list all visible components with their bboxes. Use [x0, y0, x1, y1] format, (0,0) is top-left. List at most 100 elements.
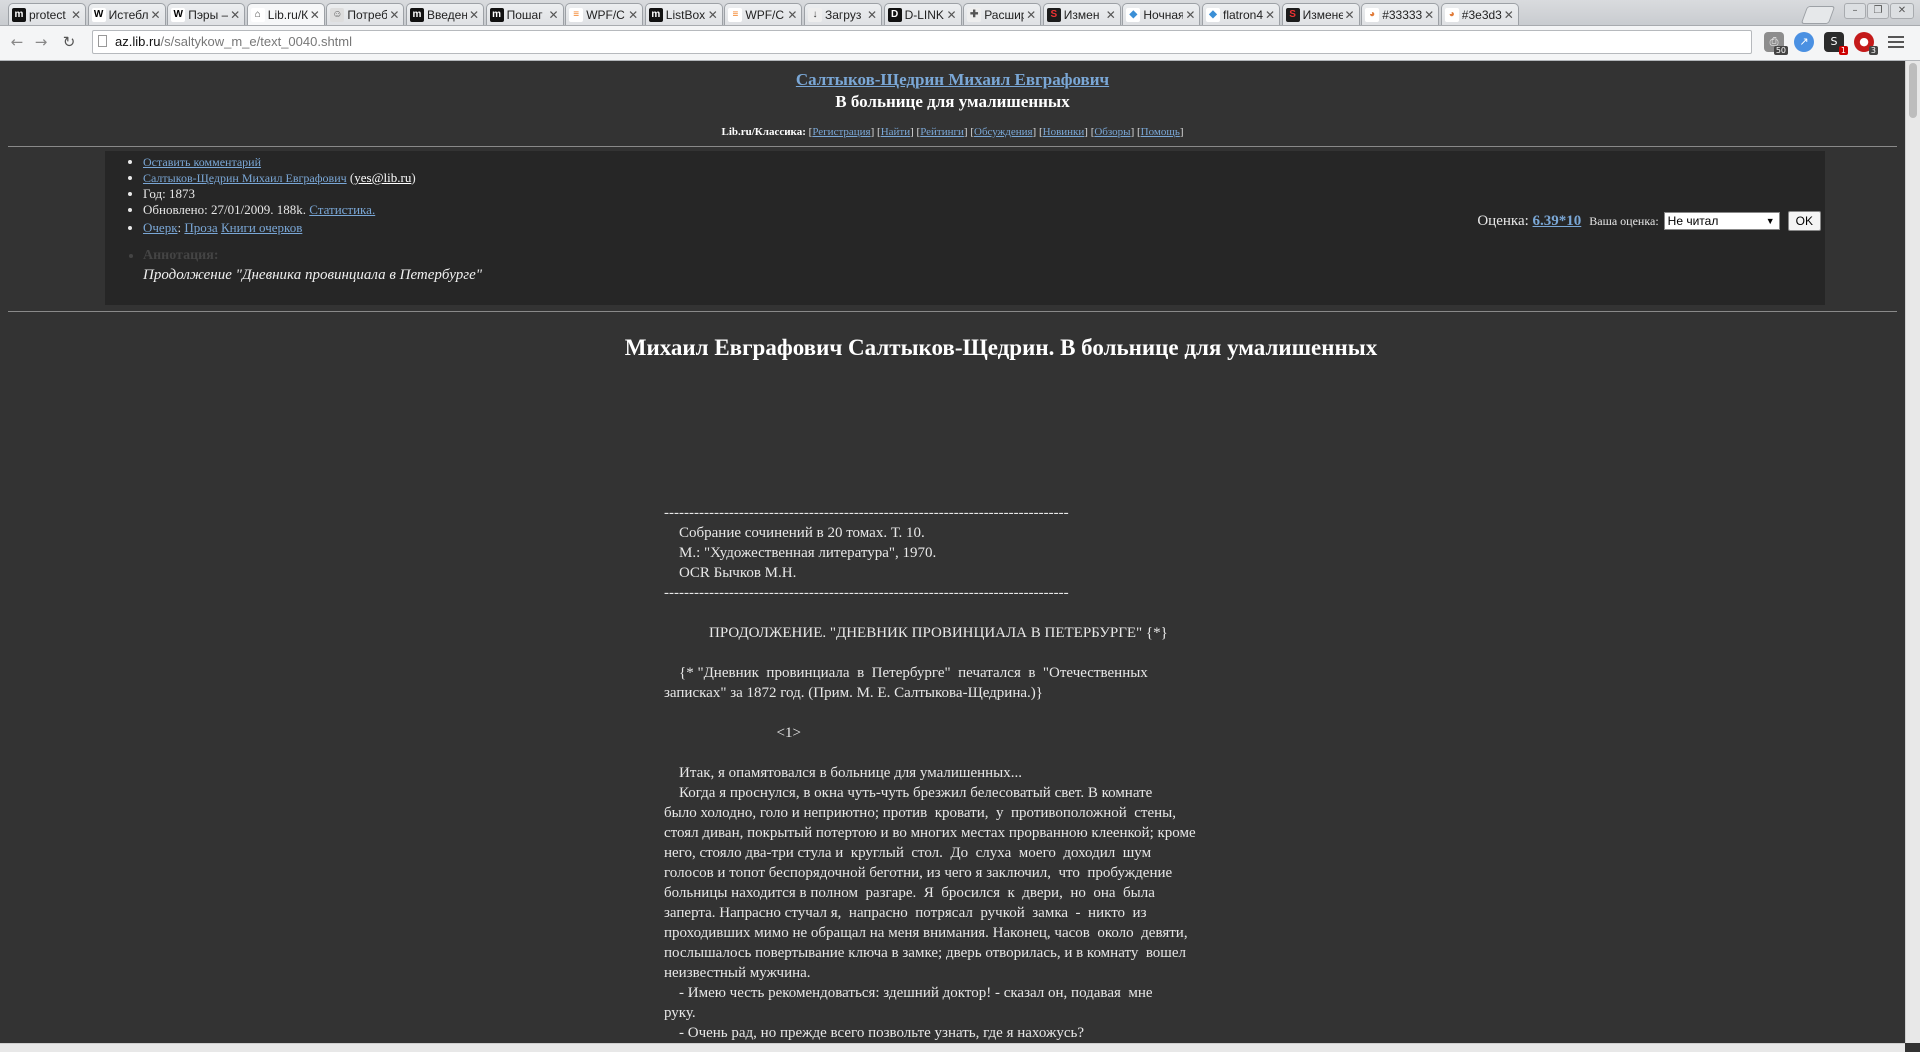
updated-text: Обновлено: 27/01/2009. 188k. — [143, 202, 306, 217]
close-tab-icon[interactable]: ✕ — [628, 8, 638, 22]
adblock-icon[interactable]: ● 3 — [1854, 32, 1878, 55]
close-window-icon[interactable]: ✕ — [1890, 3, 1914, 19]
author-page-link[interactable]: Салтыков-Щедрин Михаил Евграфович — [143, 171, 347, 185]
close-tab-icon[interactable]: ✕ — [1424, 8, 1434, 22]
tab[interactable]: m ListBox ✕ — [644, 3, 723, 25]
text-line: стоял диван, покрытый потертою и во мног… — [664, 825, 1196, 841]
back-icon[interactable]: ← — [6, 32, 28, 52]
address-bar[interactable]: az.lib.ru/s/saltykow_m_e/text_0040.shtml… — [92, 30, 1840, 54]
printer-extension-icon[interactable]: ⎙ 50 — [1764, 32, 1788, 55]
nav-reviews[interactable]: Обзоры — [1094, 126, 1130, 138]
blue-extension-icon[interactable]: ↗ — [1794, 32, 1814, 52]
text-line: было холодно, голо и неприютно; против к… — [664, 805, 1176, 821]
genre-link-essay[interactable]: Очерк — [143, 220, 178, 235]
tab-title: #33333 — [1382, 7, 1423, 22]
tab[interactable]: ≡ WPF/C ✕ — [724, 3, 803, 25]
text-line: ----------------------------------------… — [664, 505, 1069, 521]
tab[interactable]: m Введен ✕ — [406, 3, 484, 25]
close-tab-icon[interactable]: ✕ — [310, 8, 320, 22]
leave-comment-link[interactable]: Оставить комментарий — [143, 155, 261, 169]
text-line: проходивших мимо не обращал на меня вним… — [664, 925, 1188, 941]
nav-register[interactable]: Регистрация — [812, 126, 870, 138]
tab[interactable]: ✚ Расшир ✕ — [963, 3, 1042, 25]
close-tab-icon[interactable]: ✕ — [389, 8, 399, 22]
nav-search[interactable]: Найти — [881, 126, 910, 138]
maximize-icon[interactable]: ❐ — [1867, 3, 1889, 19]
text-line — [664, 743, 1384, 763]
tab[interactable]: ☺ Потреб ✕ — [326, 3, 405, 25]
close-tab-icon[interactable]: ✕ — [71, 8, 81, 22]
info-year: Год: 1873 — [143, 186, 1825, 202]
annotation-heading: Аннотация: — [143, 248, 1825, 264]
tab-title: flatron4 — [1223, 7, 1263, 22]
annotation-text: Продолжение "Дневника провинциала в Пете… — [143, 267, 483, 283]
tab[interactable]: ◆ Ночная ✕ — [1122, 3, 1201, 25]
tab[interactable]: m Пошаг ✕ — [485, 3, 564, 25]
close-tab-icon[interactable]: ✕ — [230, 8, 240, 22]
tab[interactable]: ≡ WPF/C ✕ — [565, 3, 644, 25]
rating-select-value: Не читал — [1667, 214, 1719, 228]
nav-discussions[interactable]: Обсуждения — [974, 126, 1033, 138]
tab-title: Загруз — [825, 7, 862, 22]
tab[interactable]: D D-LINK ✕ — [883, 3, 962, 25]
nav-help[interactable]: Помощь — [1141, 126, 1180, 138]
tab[interactable]: m protect ✕ — [8, 3, 86, 25]
text-line: М.: "Художественная литература", 1970. — [664, 545, 937, 561]
genre-link-essay-books[interactable]: Книги очерков — [221, 220, 302, 235]
genre-link-prose[interactable]: Проза — [184, 220, 217, 235]
close-tab-icon[interactable]: ✕ — [1185, 8, 1195, 22]
close-tab-icon[interactable]: ✕ — [1106, 8, 1116, 22]
text-line: OCR Бычков М.Н. — [664, 565, 797, 581]
close-tab-icon[interactable]: ✕ — [151, 8, 161, 22]
close-tab-icon[interactable]: ✕ — [1026, 8, 1036, 22]
tab[interactable]: WПэры —✕ — [167, 3, 246, 25]
close-tab-icon[interactable]: ✕ — [947, 8, 957, 22]
reload-icon[interactable]: ↻ — [58, 32, 80, 52]
nav-news[interactable]: Новинки — [1043, 126, 1085, 138]
tab-title: #3e3d3 — [1461, 7, 1502, 22]
close-tab-icon[interactable]: ✕ — [1504, 8, 1514, 22]
new-tab-button[interactable] — [1800, 6, 1836, 24]
tab[interactable]: S Измен ✕ — [1042, 3, 1121, 25]
site-navigation: Lib.ru/Классика: [Регистрация] [Найти] [… — [721, 126, 1184, 138]
tab-title: WPF/C — [745, 7, 785, 22]
extension-badge: 3 — [1868, 46, 1878, 55]
close-tab-icon[interactable]: ✕ — [1265, 8, 1275, 22]
close-tab-icon[interactable]: ✕ — [1345, 8, 1355, 22]
close-tab-icon[interactable]: ✕ — [708, 8, 718, 22]
author-link[interactable]: Салтыков-Щедрин Михаил Евграфович — [796, 70, 1109, 89]
text-line: Когда я проснулся, в окна чуть-чуть брез… — [664, 785, 1153, 801]
vertical-scrollbar[interactable] — [1905, 61, 1920, 1043]
forward-icon[interactable]: → — [30, 32, 52, 52]
text-line: <1> — [664, 725, 801, 741]
email-link[interactable]: yes@lib.ru — [354, 170, 411, 185]
rating-select[interactable]: Не читал ▼ — [1663, 212, 1780, 230]
tab-title: Расшир — [984, 7, 1025, 22]
dlink-icon: D — [887, 7, 902, 22]
tab[interactable]: ◕ #3e3d3 ✕ — [1440, 3, 1519, 25]
minimize-icon[interactable]: – — [1844, 3, 1866, 19]
tab[interactable]: ◆ flatron4 ✕ — [1202, 3, 1280, 25]
url-host: az.lib.ru — [115, 34, 161, 49]
nav-ratings[interactable]: Рейтинги — [920, 126, 964, 138]
close-tab-icon[interactable]: ✕ — [469, 8, 479, 22]
work-info-box: Оставить комментарий Салтыков-Щедрин Мих… — [105, 151, 1825, 305]
scrollbar-thumb[interactable] — [1909, 63, 1917, 118]
tab[interactable]: ↓ Загруз ✕ — [804, 3, 882, 25]
close-tab-icon[interactable]: ✕ — [867, 8, 877, 22]
close-tab-icon[interactable]: ✕ — [549, 8, 559, 22]
tab[interactable]: S Измене ✕ — [1281, 3, 1360, 25]
statistics-link[interactable]: Статистика. — [309, 202, 375, 217]
tab[interactable]: ⌂ Lib.ru/К ✕ — [246, 3, 325, 25]
rating-value-link[interactable]: 6.39*10 — [1533, 213, 1582, 230]
tab[interactable]: W Истебл ✕ — [87, 3, 166, 25]
tab[interactable]: ◕ #33333 ✕ — [1361, 3, 1440, 25]
page-icon — [98, 35, 107, 47]
rating-form: Оценка: 6.39*10 Ваша оценка: Не читал ▼ O… — [1477, 211, 1821, 231]
text-line — [664, 643, 1384, 663]
menu-icon[interactable] — [1888, 33, 1904, 51]
s-extension-icon[interactable]: S1 — [1824, 32, 1848, 55]
ok-button[interactable]: OK — [1787, 211, 1821, 231]
close-tab-icon[interactable]: ✕ — [787, 8, 797, 22]
tab-title: ListBox — [665, 7, 706, 22]
